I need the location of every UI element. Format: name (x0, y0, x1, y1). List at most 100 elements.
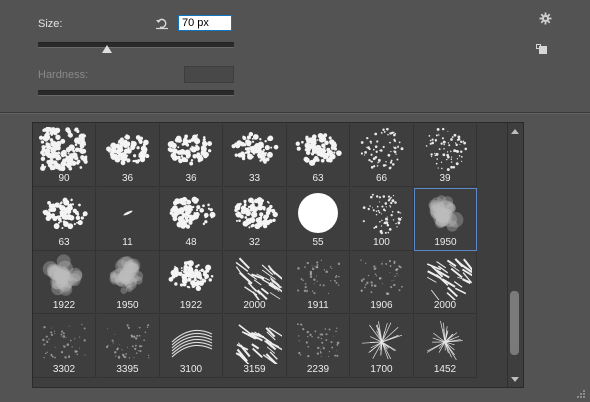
brush-tip-preview (297, 259, 341, 295)
brush-size-label: 55 (312, 236, 324, 248)
brush-size-label: 36 (185, 173, 197, 184)
brush-tip-preview (42, 197, 88, 229)
brush-preset[interactable]: 63 (287, 124, 350, 187)
brush-size-label: 1911 (307, 300, 329, 311)
brush-preset[interactable]: 39 (414, 124, 477, 187)
brush-preset[interactable]: 3100 (160, 314, 223, 378)
brush-preset[interactable]: 36 (160, 124, 223, 187)
brush-size-label: 3100 (179, 363, 203, 375)
brush-size-label: 2000 (243, 300, 266, 311)
brush-tip-preview (362, 193, 402, 234)
brush-tip-preview (360, 127, 403, 170)
brush-tip-preview (169, 196, 216, 229)
brush-tip-preview (233, 196, 278, 229)
brush-preset[interactable]: 1452 (414, 314, 477, 378)
brush-size-label: 1700 (370, 363, 393, 375)
brush-size-label: 63 (312, 173, 324, 184)
brush-preset[interactable]: 36 (96, 124, 160, 187)
brush-size-label: 2239 (306, 363, 330, 375)
brush-tip-preview (171, 329, 213, 357)
size-input[interactable] (178, 15, 232, 31)
scroll-up-arrow-icon[interactable] (511, 129, 519, 134)
brush-tip-preview (105, 323, 149, 359)
brush-preset[interactable]: 100 (350, 187, 414, 251)
brush-tip-preview (361, 320, 402, 359)
brush-preset[interactable]: 3302 (33, 314, 96, 378)
brush-size-label: 1922 (52, 300, 76, 311)
brush-preset[interactable]: 11 (96, 187, 160, 251)
brush-size-label: 32 (248, 236, 261, 248)
section-divider (0, 113, 590, 114)
brush-size-label: 66 (375, 173, 388, 184)
brush-preset[interactable]: 55 (287, 187, 350, 251)
brush-tip-preview (42, 323, 86, 359)
brush-preset[interactable]: 2239 (287, 314, 350, 378)
brush-tip-preview (167, 134, 213, 166)
brush-preset[interactable]: 32 (223, 187, 287, 251)
brush-tip-preview (235, 257, 282, 300)
brush-tip-preview (42, 254, 83, 296)
size-label: Size: (38, 18, 63, 30)
brush-tip-preview (168, 260, 214, 292)
brush-tip-preview (426, 258, 472, 300)
brush-preset[interactable]: 2000 (414, 251, 477, 314)
brush-tip-preview (425, 127, 468, 172)
brush-preset[interactable]: 2000 (223, 251, 287, 314)
reset-arrow-icon[interactable] (155, 16, 169, 30)
brush-tip-preview (122, 210, 133, 215)
brush-size-label: 2000 (433, 300, 457, 311)
brush-preset-grid[interactable]: 90 36 36 33 63 66 39 63 11 48 32 55 100 1950 1922 1950 1… (32, 122, 524, 388)
new-preset-icon[interactable] (536, 44, 548, 55)
brush-preset[interactable]: 1922 (33, 251, 96, 314)
brush-tip-preview (428, 194, 464, 232)
brush-size-label: 11 (122, 236, 133, 248)
brush-size-label: 90 (58, 173, 70, 184)
gear-icon[interactable] (539, 12, 552, 25)
brush-preset[interactable]: 3395 (96, 314, 160, 378)
brush-size-label: 3159 (243, 363, 266, 375)
brush-preset[interactable]: 66 (350, 124, 414, 187)
scroll-thumb[interactable] (510, 291, 519, 355)
brush-size-label: 1950 (116, 300, 139, 311)
brush-size-label: 36 (121, 173, 134, 184)
scroll-down-arrow-icon[interactable] (511, 377, 519, 382)
brush-size-label: 3395 (116, 363, 139, 375)
brush-tip-preview (235, 323, 282, 364)
size-slider-track[interactable] (38, 42, 234, 48)
hardness-input[interactable] (184, 66, 234, 83)
brush-preset[interactable]: 1700 (350, 314, 414, 378)
brush-size-label: 1452 (433, 363, 457, 375)
brush-preset[interactable]: 1950 (96, 251, 160, 314)
brush-size-label: 39 (439, 173, 451, 184)
grid-scrollbar[interactable] (507, 123, 522, 387)
brush-size-label: 1922 (179, 300, 203, 311)
brush-preset[interactable]: 3159 (223, 314, 287, 378)
resize-grip-icon[interactable] (576, 389, 586, 399)
brush-tip-preview (298, 192, 338, 233)
brush-tip-preview (108, 256, 143, 294)
brush-preset[interactable]: 1922 (160, 251, 223, 314)
brush-size-label: 1950 (434, 236, 457, 248)
brush-size-label: 100 (373, 236, 390, 248)
brush-tip-preview (296, 322, 340, 357)
brush-preset[interactable]: 48 (160, 187, 223, 251)
hardness-label: Hardness: (38, 69, 89, 81)
brush-preset[interactable]: 63 (33, 187, 96, 251)
hardness-slider-track[interactable] (38, 90, 234, 96)
brush-tip-preview (295, 132, 342, 166)
brush-size-label: 33 (248, 173, 261, 184)
brush-preset[interactable]: 1950 (414, 187, 477, 251)
brush-preset[interactable]: 90 (33, 124, 96, 187)
brush-size-label: 1906 (370, 300, 393, 311)
brush-tip-preview (359, 259, 403, 296)
brush-tip-preview (427, 320, 463, 360)
brush-size-label: 63 (58, 236, 70, 248)
brush-preset[interactable]: 1911 (287, 251, 350, 314)
brush-preset[interactable]: 33 (223, 124, 287, 187)
size-slider-thumb[interactable] (102, 45, 112, 53)
brush-tip-preview (230, 132, 278, 164)
brush-preset[interactable]: 1906 (350, 251, 414, 314)
brush-size-label: 48 (185, 236, 197, 248)
brush-tip-preview (105, 134, 149, 166)
brush-size-label: 3302 (52, 363, 76, 375)
